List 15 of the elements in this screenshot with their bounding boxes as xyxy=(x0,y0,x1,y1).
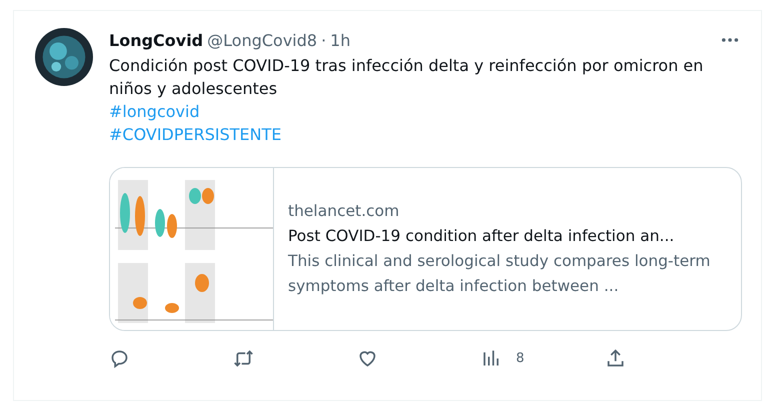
link-domain: thelancet.com xyxy=(288,201,400,222)
post-time[interactable]: 1h xyxy=(330,30,350,50)
author-handle[interactable]: @LongCovid8 xyxy=(207,30,318,50)
retweet-icon[interactable] xyxy=(233,348,254,369)
view-count: 8 xyxy=(516,351,524,366)
more-icon[interactable] xyxy=(721,37,739,43)
reply-icon[interactable] xyxy=(109,348,130,369)
link-title: Post COVID-19 condition after delta infection an... xyxy=(288,226,676,247)
tweet-text: Condición post COVID-19 tras infección delta y reinfección por omicron en niños y adolescentes xyxy=(109,55,704,100)
avatar-icon[interactable] xyxy=(35,28,93,86)
link-description: This clinical and serological study compares long-term symptoms after delta infection between ... xyxy=(288,251,712,297)
author-name[interactable]: LongCovid xyxy=(109,30,204,50)
link-preview-card[interactable]: thelancet.com Post COVID-19 condition after delta infection an... This clinical and serological study compares long-term symptoms after delta infection between ... xyxy=(109,167,742,331)
share-icon[interactable] xyxy=(605,348,626,369)
separator-dot: · xyxy=(321,30,326,50)
